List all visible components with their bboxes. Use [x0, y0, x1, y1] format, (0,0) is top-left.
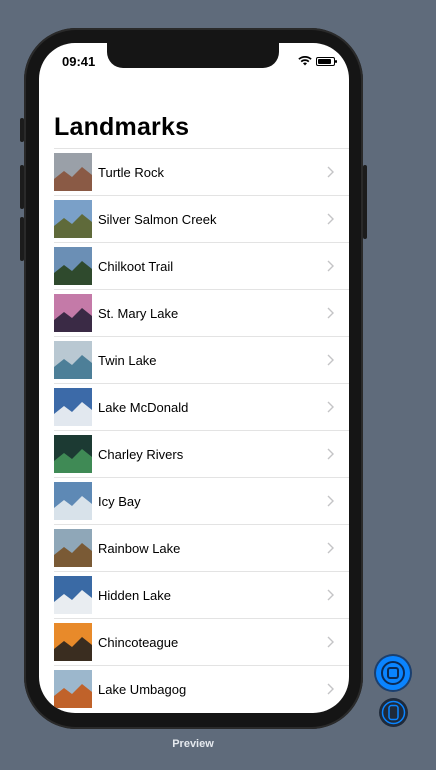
- chevron-right-icon: [327, 589, 334, 601]
- landmark-name: Turtle Rock: [98, 164, 164, 180]
- live-preview-button[interactable]: [376, 656, 410, 690]
- page-title: Landmarks: [54, 113, 190, 141]
- phone-screen: 09:41 Landmarks Turtle Rock Silver Salmo…: [39, 43, 349, 713]
- device-preview-button[interactable]: [379, 698, 408, 727]
- chevron-right-icon: [327, 683, 334, 695]
- device-icon: [381, 700, 406, 725]
- status-time: 09:41: [62, 54, 96, 69]
- list-item[interactable]: Charley Rivers: [54, 430, 349, 477]
- list-item[interactable]: Silver Salmon Creek: [54, 195, 349, 242]
- landmark-name: Icy Bay: [98, 493, 141, 509]
- list-item[interactable]: Rainbow Lake: [54, 524, 349, 571]
- landmark-name: Twin Lake: [98, 352, 157, 368]
- chevron-right-icon: [327, 307, 334, 319]
- landmark-name: St. Mary Lake: [98, 305, 179, 321]
- landmark-name: Silver Salmon Creek: [98, 211, 217, 227]
- landmark-thumbnail: [54, 529, 92, 567]
- live-preview-icon: [381, 661, 405, 685]
- chevron-right-icon: [327, 636, 334, 648]
- chevron-right-icon: [327, 260, 334, 272]
- landmark-name: Chincoteague: [98, 634, 179, 650]
- chevron-right-icon: [327, 401, 334, 413]
- list-item[interactable]: Lake Umbagog: [54, 665, 349, 712]
- status-icons: [298, 56, 337, 66]
- landmark-thumbnail: [54, 623, 92, 661]
- chevron-right-icon: [327, 213, 334, 225]
- chevron-right-icon: [327, 495, 334, 507]
- landmark-thumbnail: [54, 200, 92, 238]
- landmark-name: Chilkoot Trail: [98, 258, 174, 274]
- list-item[interactable]: Turtle Rock: [54, 148, 349, 195]
- landmark-thumbnail: [54, 482, 92, 520]
- landmark-thumbnail: [54, 388, 92, 426]
- power-button: [363, 165, 367, 239]
- list-item[interactable]: Hidden Lake: [54, 571, 349, 618]
- landmark-name: Hidden Lake: [98, 587, 171, 603]
- battery-icon: [316, 56, 337, 66]
- landmark-thumbnail: [54, 294, 92, 332]
- list-item[interactable]: Lake McDonald: [54, 383, 349, 430]
- chevron-right-icon: [327, 354, 334, 366]
- landmark-thumbnail: [54, 435, 92, 473]
- landmark-thumbnail: [54, 247, 92, 285]
- landmark-name: Rainbow Lake: [98, 540, 181, 556]
- landmark-thumbnail: [54, 341, 92, 379]
- preview-label: Preview: [172, 738, 214, 750]
- chevron-right-icon: [327, 542, 334, 554]
- chevron-right-icon: [327, 448, 334, 460]
- device-notch: [107, 43, 279, 68]
- landmark-name: Lake McDonald: [98, 399, 189, 415]
- landmark-thumbnail: [54, 670, 92, 708]
- landmark-name: Lake Umbagog: [98, 681, 187, 697]
- landmark-list: Turtle Rock Silver Salmon Creek Chilkoot…: [54, 148, 349, 712]
- landmark-thumbnail: [54, 153, 92, 191]
- landmark-thumbnail: [54, 576, 92, 614]
- list-item[interactable]: Chilkoot Trail: [54, 242, 349, 289]
- list-item[interactable]: Twin Lake: [54, 336, 349, 383]
- chevron-right-icon: [327, 166, 334, 178]
- battery-level: [318, 58, 331, 64]
- list-item[interactable]: Chincoteague: [54, 618, 349, 665]
- landmark-name: Charley Rivers: [98, 446, 184, 462]
- list-item[interactable]: Icy Bay: [54, 477, 349, 524]
- wifi-icon: [298, 56, 312, 66]
- list-item[interactable]: St. Mary Lake: [54, 289, 349, 336]
